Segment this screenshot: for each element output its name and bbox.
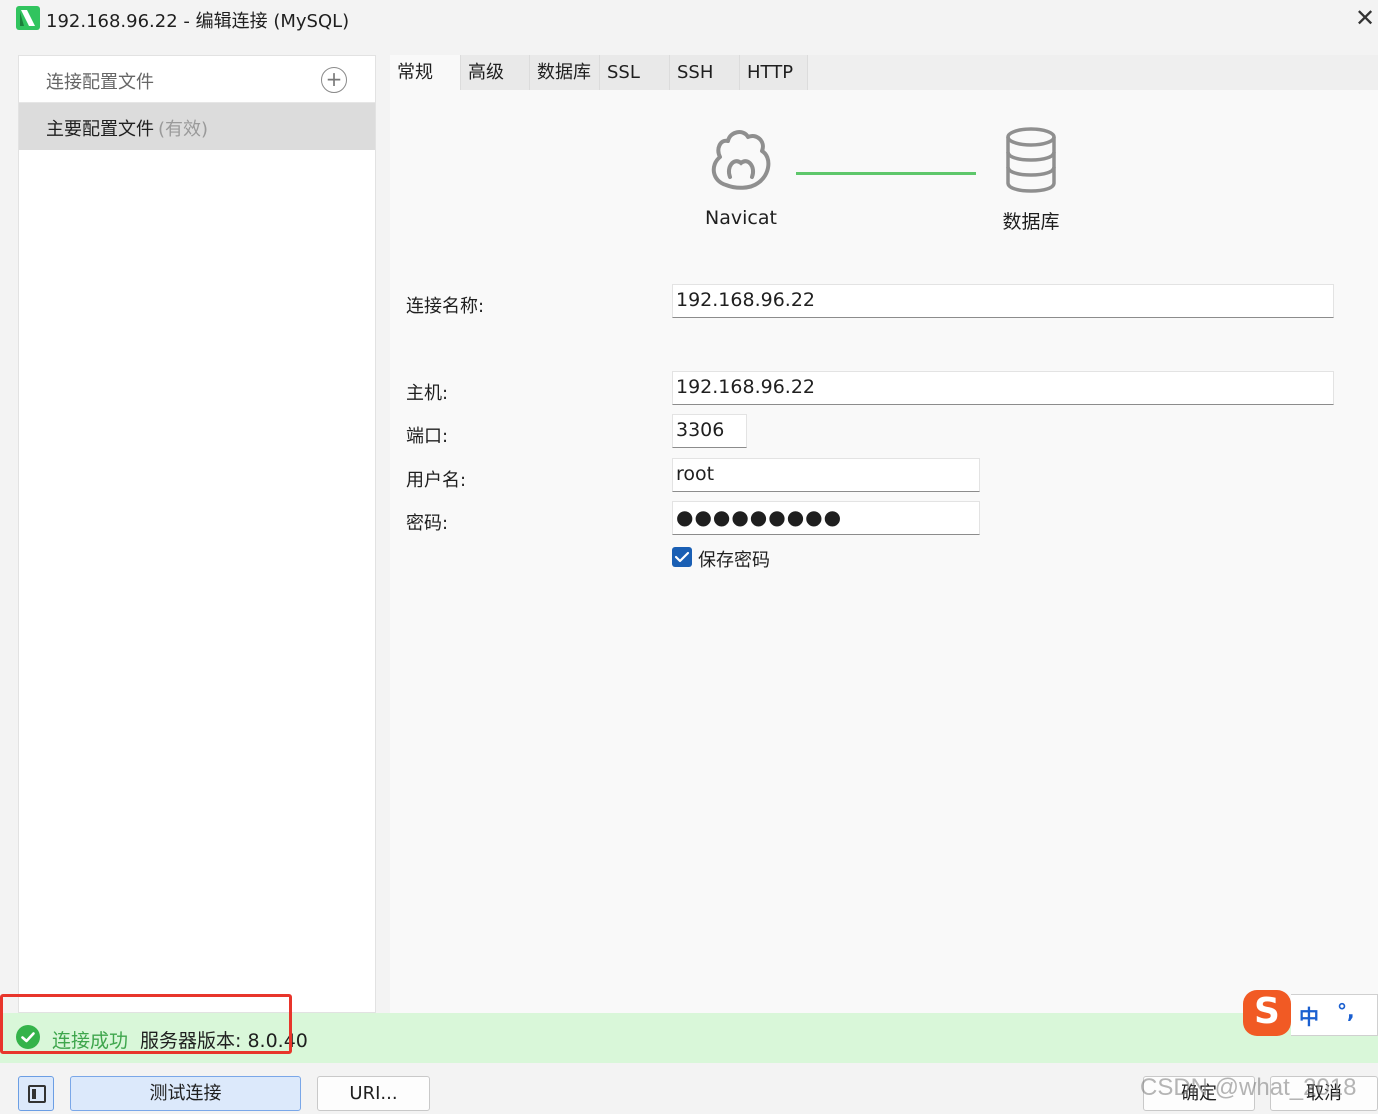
navicat-label: Navicat [705, 207, 777, 229]
close-icon[interactable]: ✕ [1352, 2, 1378, 34]
password-label: 密码: [406, 513, 449, 534]
add-profile-icon[interactable]: + [321, 67, 347, 93]
tab-general[interactable]: 常规 [390, 55, 461, 90]
profile-item[interactable]: 主要配置文件 (有效) [19, 103, 375, 150]
tab-http[interactable]: HTTP [740, 55, 808, 90]
password-field[interactable]: ●●●●●●●●● [672, 501, 980, 535]
csdn-watermark: CSDN @what_2018 [1140, 1074, 1357, 1101]
panel-toggle-icon [28, 1085, 46, 1103]
host-label: 主机: [406, 383, 449, 404]
profile-item-name: 主要配置文件 [46, 119, 154, 140]
profile-item-status: (有效) [158, 119, 209, 140]
title-bar: 192.168.96.22 - 编辑连接 (MySQL) ✕ [0, 0, 1378, 38]
tab-bar: 常规 高级 数据库 SSL SSH HTTP [390, 55, 1378, 90]
navicat-logo-icon [711, 130, 771, 190]
connection-line [796, 172, 976, 175]
save-password-checkbox[interactable] [672, 547, 692, 567]
profile-header: 连接配置文件 + [19, 56, 375, 103]
tab-database[interactable]: 数据库 [530, 55, 600, 90]
sidebar-toggle-button[interactable] [18, 1076, 54, 1111]
ime-punctuation[interactable]: °, [1337, 999, 1355, 1023]
username-label: 用户名: [406, 470, 467, 491]
username-field[interactable]: root [672, 458, 980, 492]
sogou-logo-icon: S [1243, 990, 1291, 1036]
database-label: 数据库 [1002, 211, 1060, 233]
ime-toolbar[interactable]: S 中 °, [1243, 990, 1378, 1038]
tab-ssl[interactable]: SSL [600, 55, 670, 90]
test-connection-button[interactable]: 测试连接 [70, 1076, 301, 1111]
tab-advanced[interactable]: 高级 [461, 55, 530, 90]
port-field[interactable]: 3306 [672, 414, 747, 448]
port-label: 端口: [406, 426, 449, 447]
profile-header-label: 连接配置文件 [46, 72, 154, 93]
window-title: 192.168.96.22 - 编辑连接 (MySQL) [46, 11, 350, 32]
navicat-app-icon [16, 6, 40, 30]
settings-panel: 常规 高级 数据库 SSL SSH HTTP Navicat 数据库 连接名称:… [390, 55, 1378, 1013]
ime-bar: 中 °, [1291, 994, 1378, 1036]
uri-button[interactable]: URI... [317, 1076, 430, 1111]
checkmark-icon [674, 551, 690, 563]
connection-name-field[interactable]: 192.168.96.22 [672, 284, 1334, 318]
save-password-label: 保存密码 [698, 550, 770, 571]
connection-name-label: 连接名称: [406, 296, 485, 317]
ime-language[interactable]: 中 [1299, 1001, 1319, 1030]
profile-sidebar: 连接配置文件 + 主要配置文件 (有效) [18, 55, 376, 1013]
tab-ssh[interactable]: SSH [670, 55, 740, 90]
host-field[interactable]: 192.168.96.22 [672, 371, 1334, 405]
database-icon [1006, 127, 1056, 193]
annotation-highlight-box [0, 994, 292, 1054]
